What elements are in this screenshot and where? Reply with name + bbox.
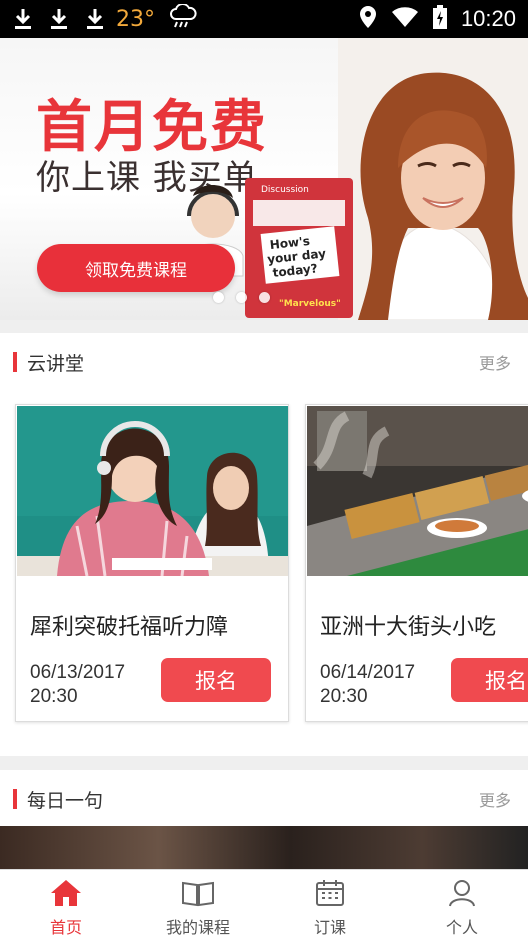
course-datetime: 06/13/2017 20:30 bbox=[30, 661, 125, 709]
course-title: 亚洲十大街头小吃 bbox=[320, 615, 497, 640]
promo-banner[interactable]: 首月免费 你上课 我买单 Discussion How's your day t… bbox=[0, 38, 528, 320]
status-right: 10:20 bbox=[359, 5, 516, 33]
tab-label: 订课 bbox=[313, 918, 346, 937]
tab-label: 我的课程 bbox=[165, 918, 230, 937]
pagination-dot[interactable] bbox=[213, 292, 224, 303]
wifi-icon bbox=[391, 6, 419, 32]
section-header-daily: 每日一句 更多 bbox=[0, 770, 528, 828]
course-datetime: 06/14/2017 20:30 bbox=[320, 661, 415, 709]
section-accent-bar bbox=[13, 789, 17, 809]
course-time: 20:30 bbox=[30, 686, 78, 707]
battery-icon bbox=[432, 5, 447, 33]
banner-pagination[interactable] bbox=[213, 292, 270, 303]
download-icon bbox=[12, 6, 34, 32]
course-title: 犀利突破托福听力障 bbox=[30, 615, 229, 640]
course-time: 20:30 bbox=[320, 686, 368, 707]
more-link[interactable]: 更多 bbox=[479, 350, 511, 374]
section-accent-bar bbox=[13, 352, 17, 372]
download-icon bbox=[84, 6, 106, 32]
section-header-lecture: 云讲堂 更多 bbox=[0, 333, 528, 391]
enroll-button[interactable]: 报名 bbox=[161, 658, 271, 702]
pagination-dot[interactable] bbox=[236, 292, 247, 303]
tab-label: 首页 bbox=[49, 918, 82, 937]
clock-text: 10:20 bbox=[460, 6, 516, 31]
tab-book-class[interactable]: 订课 bbox=[264, 870, 396, 940]
course-carousel[interactable]: 犀利突破托福听力障 06/13/2017 20:30 报名 亚洲十大街头小吃 0… bbox=[0, 390, 528, 756]
illustration-header: Discussion bbox=[261, 185, 309, 195]
course-thumbnail-street-food bbox=[307, 406, 528, 576]
illustration-answer: "Marvelous" bbox=[279, 299, 341, 309]
temperature-text: 23° bbox=[116, 6, 155, 32]
tab-my-courses[interactable]: 我的课程 bbox=[132, 870, 264, 940]
tab-home[interactable]: 首页 bbox=[0, 870, 132, 940]
course-card[interactable]: 亚洲十大街头小吃 06/14/2017 20:30 报名 bbox=[305, 404, 528, 722]
bottom-tab-bar: 首页 我的课程 订课 个人 bbox=[0, 869, 528, 940]
status-bar: 23° 10:20 bbox=[0, 0, 528, 38]
calendar-icon bbox=[315, 879, 345, 911]
tab-profile[interactable]: 个人 bbox=[396, 870, 528, 940]
more-link[interactable]: 更多 bbox=[479, 787, 511, 811]
enroll-button[interactable]: 报名 bbox=[451, 658, 528, 702]
location-icon bbox=[359, 5, 377, 33]
home-icon bbox=[50, 879, 82, 911]
person-icon bbox=[448, 879, 476, 911]
app-screen: 23° 10:20 首月免费 你上课 我买单 Discussion How's … bbox=[0, 0, 528, 940]
status-left: 23° bbox=[12, 3, 197, 34]
daily-sentence-image[interactable] bbox=[0, 826, 528, 870]
course-thumbnail-student bbox=[17, 406, 288, 576]
pagination-dot[interactable] bbox=[259, 292, 270, 303]
cloud-rain-icon bbox=[169, 3, 197, 34]
tab-label: 个人 bbox=[445, 918, 478, 937]
course-date: 06/13/2017 bbox=[30, 662, 126, 683]
download-icon bbox=[48, 6, 70, 32]
book-icon bbox=[181, 879, 215, 911]
section-title: 云讲堂 bbox=[27, 352, 85, 375]
banner-woman-photo bbox=[338, 38, 528, 320]
course-date: 06/14/2017 bbox=[320, 662, 416, 683]
claim-free-course-button[interactable]: 领取免费课程 bbox=[37, 244, 235, 292]
course-card[interactable]: 犀利突破托福听力障 06/13/2017 20:30 报名 bbox=[15, 404, 289, 722]
section-title: 每日一句 bbox=[27, 789, 104, 812]
